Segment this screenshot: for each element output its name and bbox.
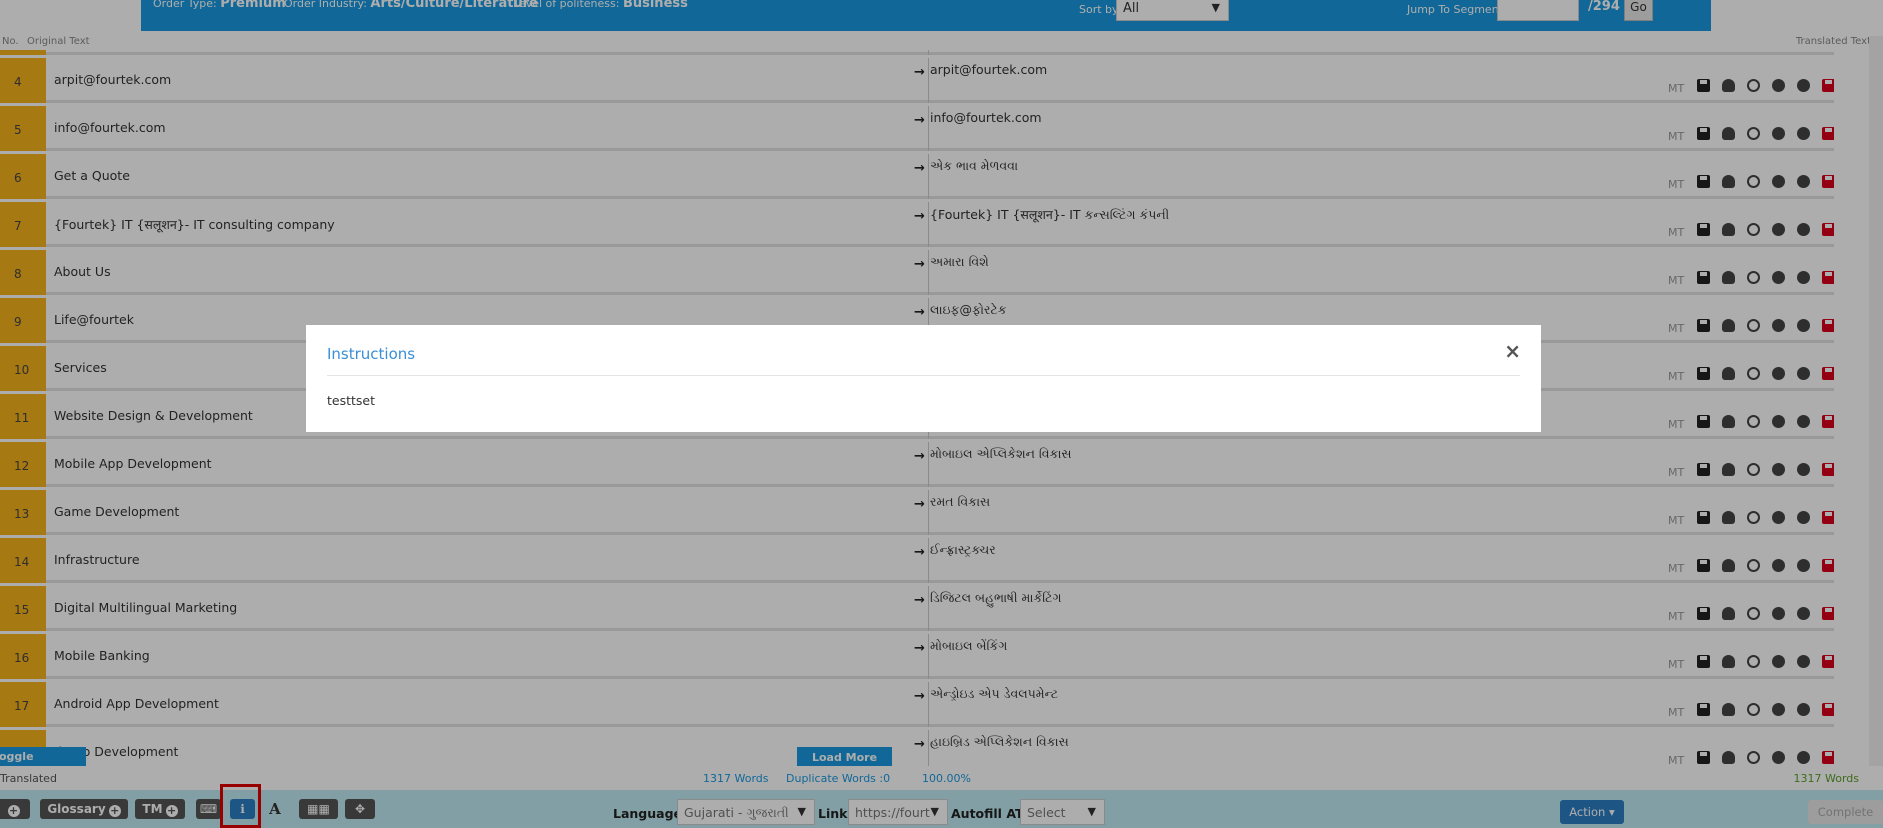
instructions-modal: Instructions × testtset: [306, 325, 1541, 432]
modal-divider: [327, 375, 1520, 376]
modal-body: testtset: [327, 393, 376, 408]
modal-title: Instructions: [327, 345, 416, 363]
close-icon[interactable]: ×: [1504, 339, 1521, 363]
